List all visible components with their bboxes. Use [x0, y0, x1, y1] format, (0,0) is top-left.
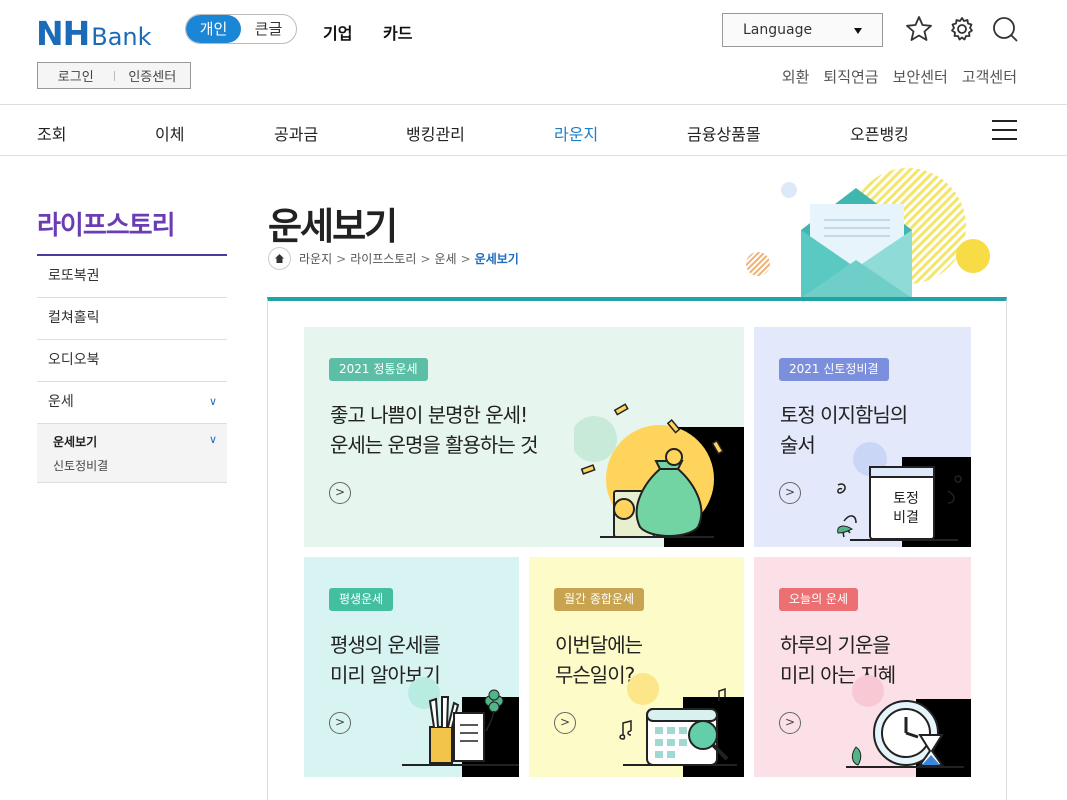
menu-icon[interactable] — [992, 120, 1017, 140]
logo-bank-text: Bank — [91, 23, 152, 51]
pencil-cup-illustration — [402, 677, 519, 777]
utility-links: 외환 퇴직연금 보안센터 고객센터 — [782, 66, 1017, 87]
card-link[interactable]: 카드 — [383, 20, 412, 44]
util-link-security[interactable]: 보안센터 — [893, 66, 948, 87]
nav-item-lounge[interactable]: 라운지 — [554, 121, 598, 145]
card-line: 이번달에는 — [555, 633, 643, 657]
star-icon[interactable] — [905, 14, 933, 44]
util-link-pension[interactable]: 퇴직연금 — [823, 66, 878, 87]
arrow-right-icon[interactable]: > — [779, 712, 801, 734]
sidebar-item-label: 컬쳐홀릭 — [48, 310, 100, 326]
chevron-down-icon: ∨ — [208, 395, 217, 408]
sidebar-submenu: 운세보기 ∨ 신토정비결 — [37, 424, 227, 483]
submenu-item-tojeong[interactable]: 신토정비결 — [53, 457, 108, 474]
sidebar-item-fortune[interactable]: 운세 ∨ — [37, 382, 227, 424]
breadcrumb-item[interactable]: 라운지 — [299, 250, 332, 267]
card-badge: 오늘의 운세 — [779, 588, 859, 611]
nav-item-transfer[interactable]: 이체 — [155, 121, 184, 145]
nav-item-products[interactable]: 금융상품몰 — [687, 121, 761, 145]
logo-nh-text: NH — [36, 14, 90, 53]
sidebar-item-label: 오디오북 — [48, 352, 100, 368]
book-label: 비결 — [893, 510, 919, 526]
envelope-illustration — [746, 168, 990, 298]
home-icon[interactable] — [268, 247, 291, 270]
language-select[interactable]: Language — [722, 13, 883, 47]
sidebar-item-audiobook[interactable]: 오디오북 — [37, 340, 227, 382]
chevron-down-icon: ∨ — [208, 433, 217, 446]
gear-icon[interactable] — [948, 14, 976, 44]
card-badge: 2021 정통운세 — [329, 358, 428, 381]
sidebar-item-label: 로또복권 — [48, 268, 100, 284]
card-today-fortune[interactable]: 오늘의 운세 하루의 기운을 미리 아는 지혜 > — [754, 557, 971, 777]
sidebar-item-lotto[interactable]: 로또복권 — [37, 256, 227, 298]
card-line: 좋고 나쁨이 분명한 운세! — [330, 403, 528, 427]
card-traditional-fortune[interactable]: 2021 정통운세 좋고 나쁨이 분명한 운세! 운세는 운명을 활용하는 것 … — [304, 327, 744, 547]
util-link-forex[interactable]: 외환 — [782, 66, 810, 87]
personal-mode-button[interactable]: 개인 — [186, 15, 241, 43]
nav-item-banking-mgmt[interactable]: 뱅킹관리 — [406, 121, 465, 145]
card-badge: 평생운세 — [329, 588, 394, 611]
nav-item-open-banking[interactable]: 오픈뱅킹 — [850, 121, 909, 145]
dropdown-arrow-icon — [854, 28, 862, 34]
clock-illustration — [846, 675, 971, 777]
money-bag-illustration — [574, 403, 744, 547]
book-illustration: 토정 비결 — [837, 442, 971, 547]
sidebar-item-label: 운세 — [48, 394, 74, 410]
book-label: 토정 — [893, 491, 919, 507]
util-link-customer[interactable]: 고객센터 — [962, 66, 1017, 87]
sidebar-title: 라이프스토리 — [37, 211, 176, 241]
cert-center-button[interactable]: 인증센터 — [115, 66, 191, 85]
business-link[interactable]: 기업 — [323, 20, 352, 44]
breadcrumb-separator: > — [460, 251, 471, 266]
login-box: 로그인 인증센터 — [37, 62, 191, 89]
card-line: 토정 이지함님의 — [780, 403, 908, 427]
submenu-item-fortune-view[interactable]: 운세보기 — [53, 433, 97, 450]
breadcrumb-separator: > — [336, 251, 347, 266]
card-badge: 월간 종합운세 — [554, 588, 645, 611]
large-text-mode-button[interactable]: 큰글 — [241, 15, 296, 43]
card-tojeong[interactable]: 2021 신토정비결 토정 이지함님의 술서 > 토정 비결 — [754, 327, 971, 547]
language-label: Language — [743, 22, 813, 38]
arrow-right-icon[interactable]: > — [554, 712, 576, 734]
card-text: 좋고 나쁨이 분명한 운세! 운세는 운명을 활용하는 것 — [330, 400, 538, 460]
card-line: 평생의 운세를 — [330, 633, 441, 657]
nh-bank-logo[interactable]: NH Bank — [36, 14, 152, 53]
card-monthly-fortune[interactable]: 월간 종합운세 이번달에는 무슨일이? > — [529, 557, 744, 777]
card-lifetime-fortune[interactable]: 평생운세 평생의 운세를 미리 알아보기 > — [304, 557, 519, 777]
breadcrumb-item[interactable]: 라이프스토리 — [350, 250, 416, 267]
calendar-illustration — [619, 673, 744, 777]
breadcrumb-current: 운세보기 — [474, 252, 519, 266]
card-badge: 2021 신토정비결 — [779, 358, 889, 381]
sidebar-item-culture[interactable]: 컬쳐홀릭 — [37, 298, 227, 340]
card-line: 운세는 운명을 활용하는 것 — [330, 433, 538, 457]
login-button[interactable]: 로그인 — [38, 66, 114, 85]
breadcrumb-separator: > — [420, 251, 431, 266]
search-icon[interactable] — [991, 14, 1019, 44]
arrow-right-icon[interactable]: > — [329, 482, 351, 504]
arrow-right-icon[interactable]: > — [329, 712, 351, 734]
main-nav: 조회 이체 공과금 뱅킹관리 라운지 금융상품몰 오픈뱅킹 — [0, 104, 1067, 156]
nav-item-inquiry[interactable]: 조회 — [37, 121, 66, 145]
breadcrumb-item[interactable]: 운세 — [435, 250, 457, 267]
page-title: 운세보기 — [268, 205, 398, 248]
card-line: 하루의 기운을 — [780, 633, 891, 657]
breadcrumb: 라운지 > 라이프스토리 > 운세 > 운세보기 — [268, 247, 519, 270]
nav-item-utility-bills[interactable]: 공과금 — [274, 121, 318, 145]
arrow-right-icon[interactable]: > — [779, 482, 801, 504]
mode-toggle: 개인 큰글 — [185, 14, 297, 44]
